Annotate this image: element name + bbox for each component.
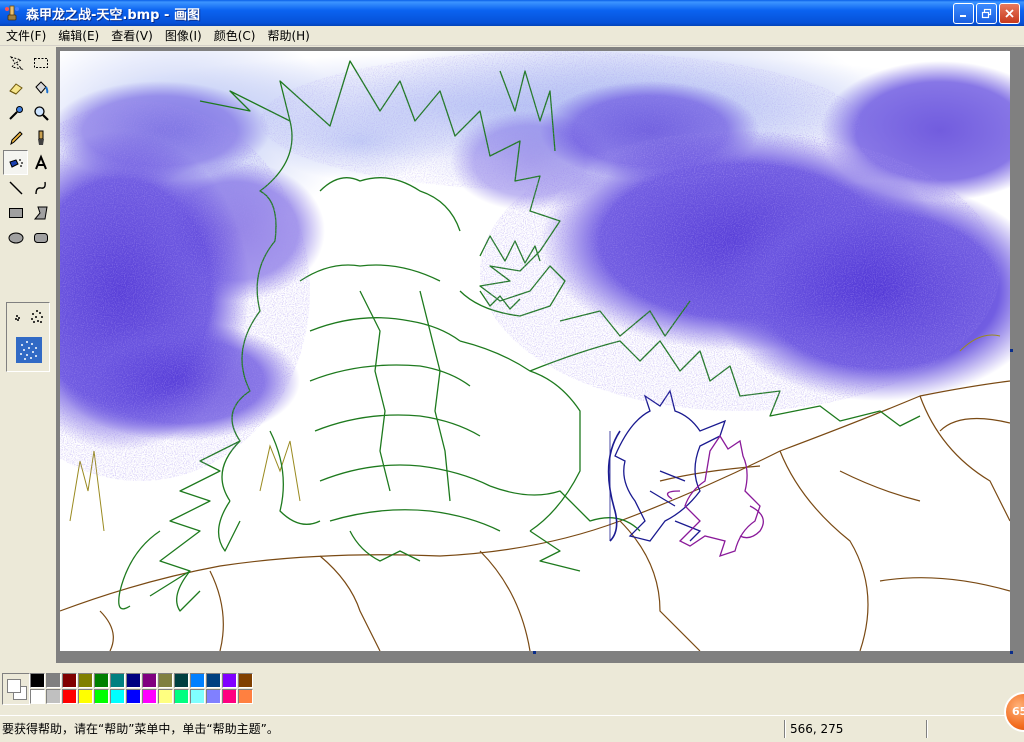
- curve-tool[interactable]: [28, 175, 53, 200]
- palette-color-9[interactable]: [174, 673, 189, 688]
- line-tool[interactable]: [3, 175, 28, 200]
- eraser-tool[interactable]: [3, 75, 28, 100]
- palette-color-21[interactable]: [142, 689, 157, 704]
- spray-size-medium-icon[interactable]: [27, 307, 47, 327]
- spray-size-large-icon: [20, 341, 37, 360]
- menu-edit[interactable]: 编辑(E): [52, 27, 105, 45]
- window-title: 森甲龙之战-天空.bmp - 画图: [26, 7, 200, 23]
- menu-image[interactable]: 图像(I): [159, 27, 208, 45]
- rounded-rect-tool[interactable]: [28, 225, 53, 250]
- palette-color-20[interactable]: [126, 689, 141, 704]
- menu-bar: 文件(F) 编辑(E) 查看(V) 图像(I) 颜色(C) 帮助(H): [0, 26, 1024, 46]
- status-bar: 要获得帮助，请在“帮助”菜单中，单击“帮助主题”。 566, 275: [0, 715, 1024, 742]
- restore-icon: [981, 8, 992, 19]
- text-icon: [34, 153, 47, 169]
- curve-icon: [34, 181, 46, 194]
- title-bar: 森甲龙之战-天空.bmp - 画图: [0, 0, 1024, 26]
- fill-bucket-icon: [34, 80, 48, 94]
- palette-color-16[interactable]: [62, 689, 77, 704]
- palette-color-14[interactable]: [30, 689, 45, 704]
- rectangle-tool[interactable]: [3, 200, 28, 225]
- status-separator: [784, 720, 786, 738]
- status-separator: [926, 720, 928, 738]
- palette-color-10[interactable]: [190, 673, 205, 688]
- airbrush-noise: [60, 51, 1000, 481]
- palette-swatches: [30, 673, 254, 705]
- polygon-icon: [33, 206, 48, 219]
- ellipse-icon: [8, 232, 23, 243]
- menu-help[interactable]: 帮助(H): [261, 27, 315, 45]
- close-button[interactable]: [999, 3, 1020, 24]
- palette-color-7[interactable]: [142, 673, 157, 688]
- drawing-canvas[interactable]: [60, 51, 1010, 651]
- brush-icon: [37, 130, 44, 145]
- palette-color-23[interactable]: [174, 689, 189, 704]
- brush-tool[interactable]: [28, 125, 53, 150]
- palette-color-13[interactable]: [238, 673, 253, 688]
- text-tool[interactable]: [28, 150, 53, 175]
- restore-button[interactable]: [976, 3, 997, 24]
- palette-color-5[interactable]: [110, 673, 125, 688]
- color-palette: [0, 663, 1024, 715]
- palette-color-25[interactable]: [206, 689, 221, 704]
- magnifier-tool[interactable]: [28, 100, 53, 125]
- airbrush-size-options: [6, 302, 50, 372]
- menu-view[interactable]: 查看(V): [105, 27, 159, 45]
- color-picker-icon: [8, 105, 23, 120]
- palette-color-17[interactable]: [78, 689, 93, 704]
- palette-color-8[interactable]: [158, 673, 173, 688]
- palette-color-3[interactable]: [78, 673, 93, 688]
- artwork-drawing: [60, 51, 1010, 651]
- rect-select-icon: [33, 57, 48, 68]
- palette-color-15[interactable]: [46, 689, 61, 704]
- status-help-text: 要获得帮助，请在“帮助”菜单中，单击“帮助主题”。: [2, 722, 279, 736]
- free-select-icon: [9, 55, 24, 70]
- magnifier-icon: [33, 105, 49, 121]
- fill-bucket-tool[interactable]: [28, 75, 53, 100]
- polygon-tool[interactable]: [28, 200, 53, 225]
- current-colors[interactable]: [2, 673, 30, 705]
- palette-color-0[interactable]: [30, 673, 45, 688]
- cursor-coordinates: 566, 275: [790, 722, 844, 736]
- minimize-button[interactable]: [953, 3, 974, 24]
- palette-color-12[interactable]: [222, 673, 237, 688]
- resize-handle-bottom[interactable]: [533, 651, 536, 654]
- rect-select-tool[interactable]: [28, 50, 53, 75]
- palette-color-26[interactable]: [222, 689, 237, 704]
- close-icon: [1005, 9, 1014, 18]
- canvas-workspace: [56, 47, 1024, 663]
- palette-color-24[interactable]: [190, 689, 205, 704]
- rectangle-icon: [8, 207, 23, 218]
- palette-color-2[interactable]: [62, 673, 77, 688]
- menu-colors[interactable]: 颜色(C): [208, 27, 262, 45]
- eraser-icon: [8, 82, 23, 95]
- airbrush-icon: [8, 158, 23, 168]
- rounded-rect-icon: [33, 232, 48, 243]
- foreground-color-swatch: [7, 679, 21, 693]
- pencil-tool[interactable]: [3, 125, 28, 150]
- palette-color-27[interactable]: [238, 689, 253, 704]
- free-select-tool[interactable]: [3, 50, 28, 75]
- palette-color-22[interactable]: [158, 689, 173, 704]
- palette-color-4[interactable]: [94, 673, 109, 688]
- color-picker-tool[interactable]: [3, 100, 28, 125]
- resize-handle-corner[interactable]: [1010, 651, 1013, 654]
- palette-color-19[interactable]: [110, 689, 125, 704]
- palette-color-6[interactable]: [126, 673, 141, 688]
- palette-color-1[interactable]: [46, 673, 61, 688]
- resize-handle-right[interactable]: [1010, 349, 1013, 352]
- toolbox: [0, 47, 56, 663]
- menu-file[interactable]: 文件(F): [0, 27, 52, 45]
- minimize-icon: [960, 15, 966, 17]
- spray-size-small-icon[interactable]: [9, 309, 27, 327]
- palette-color-11[interactable]: [206, 673, 221, 688]
- paint-app-icon[interactable]: [4, 5, 20, 21]
- spray-size-large-option[interactable]: [16, 337, 42, 363]
- ellipse-tool[interactable]: [3, 225, 28, 250]
- line-icon: [9, 181, 22, 194]
- airbrush-tool[interactable]: [3, 150, 28, 175]
- palette-color-18[interactable]: [94, 689, 109, 704]
- pencil-icon: [9, 130, 23, 145]
